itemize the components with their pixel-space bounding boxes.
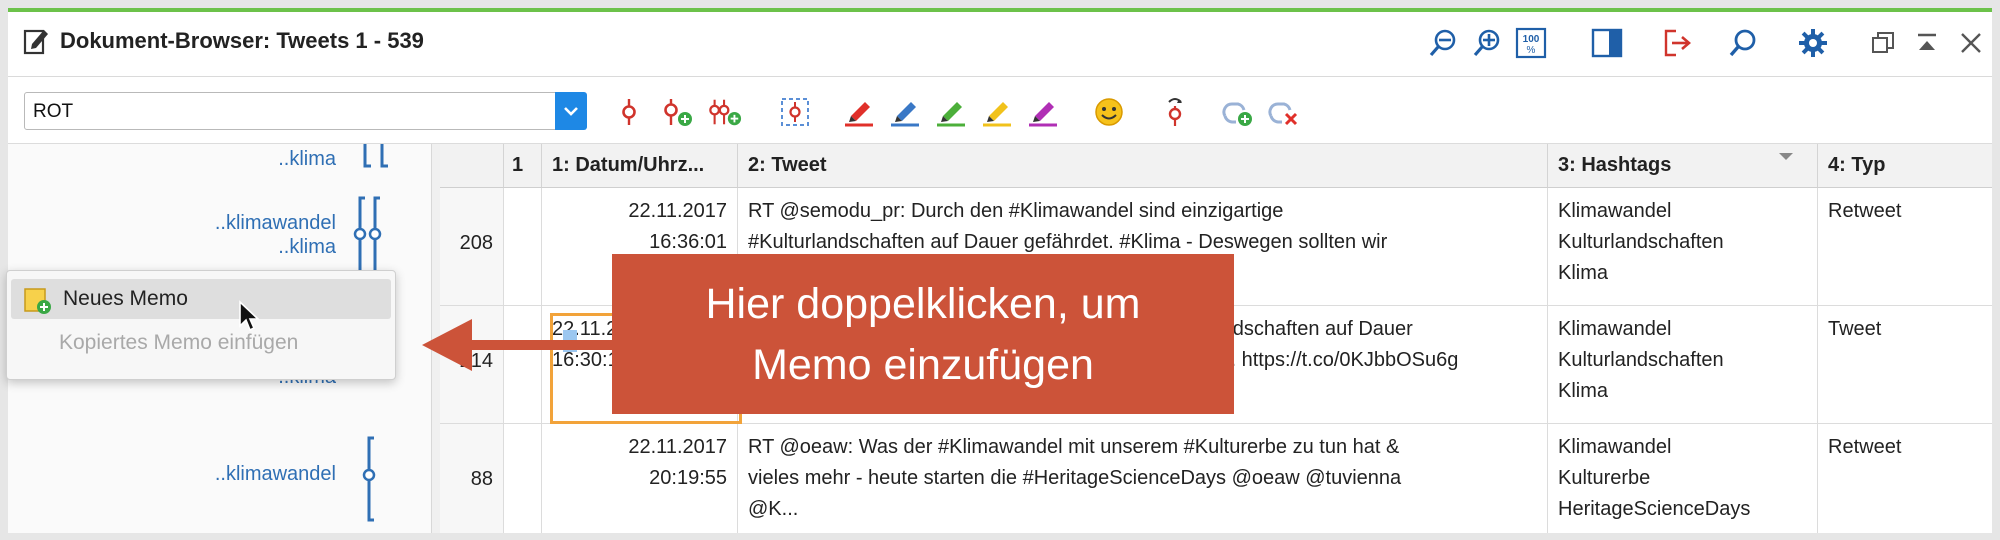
add-code-icon[interactable] <box>660 95 694 129</box>
code-combobox-value: ROT <box>33 101 74 122</box>
emoticon-icon[interactable] <box>1092 95 1126 129</box>
svg-text:%: % <box>1527 45 1536 56</box>
yellow-highlighter-icon[interactable] <box>980 95 1014 129</box>
column-header-hashtags[interactable]: 3: Hashtags <box>1548 144 1818 188</box>
code-label[interactable]: ..klima <box>16 236 336 259</box>
hashtag: Kulturlandschaften <box>1558 349 1724 371</box>
hashtag: Klima <box>1558 262 1609 284</box>
context-menu: Neues Memo Kopiertes Memo einfügen <box>6 270 396 380</box>
code-bracket-icon <box>362 436 376 522</box>
add-multiple-codes-icon[interactable] <box>708 95 742 129</box>
callout-line: Memo einzufügen <box>752 341 1094 389</box>
date-value: 22.11.2017 <box>628 436 727 458</box>
svg-text:100: 100 <box>1523 34 1540 45</box>
code-bracket-icon <box>353 196 382 270</box>
code-combobox[interactable]: ROT <box>24 92 564 130</box>
callout-line: Hier doppelklicken, um <box>705 280 1141 328</box>
export-icon[interactable] <box>1660 26 1694 60</box>
callout-arrow-line <box>470 340 616 350</box>
restore-window-icon[interactable] <box>1866 26 1900 60</box>
tweet-line: @K... <box>748 498 799 520</box>
hashtags-cell[interactable]: Klimawandel Kulturlandschaften Klima <box>1548 306 1818 424</box>
hashtag: Klima <box>1558 380 1609 402</box>
code-icon[interactable] <box>612 95 646 129</box>
tweet-line: RT @oeaw: Was der #Klimawandel mit unser… <box>748 436 1400 458</box>
hashtags-cell[interactable]: Klimawandel Kulturlandschaften Klima <box>1548 188 1818 306</box>
hashtags-cell[interactable]: Klimawandel Kulturerbe HeritageScienceDa… <box>1548 424 1818 533</box>
row-number[interactable]: 88 <box>440 424 504 533</box>
purple-highlighter-icon[interactable] <box>1026 95 1060 129</box>
hashtag: Kulturerbe <box>1558 467 1651 489</box>
remove-link-icon[interactable] <box>1266 95 1300 129</box>
zoom-in-icon[interactable] <box>1470 26 1504 60</box>
code-label[interactable]: ..klima <box>16 148 336 171</box>
table-cell[interactable] <box>504 306 542 424</box>
red-highlighter-icon[interactable] <box>842 95 876 129</box>
tweet-line: vieles mehr - heute starten die #Heritag… <box>748 467 1402 489</box>
column-header-type[interactable]: 4: Typ <box>1818 144 1992 188</box>
menu-item-new-memo[interactable]: Neues Memo <box>11 279 391 319</box>
add-link-icon[interactable] <box>1220 95 1254 129</box>
callout-arrowhead-icon <box>422 319 472 371</box>
hashtag: Klimawandel <box>1558 318 1672 340</box>
sort-descending-icon <box>1779 153 1793 160</box>
type-cell[interactable]: Retweet <box>1818 188 1992 306</box>
window-title: Dokument-Browser: Tweets 1 - 539 <box>60 28 424 53</box>
code-spray-icon[interactable] <box>1158 95 1192 129</box>
zoom-out-icon[interactable] <box>1426 26 1460 60</box>
panel-toggle-icon[interactable] <box>1590 26 1624 60</box>
column-header-1[interactable]: 1 <box>504 144 542 188</box>
date-cell[interactable]: 22.11.2017 20:19:55 <box>542 424 738 533</box>
code-bracket-icon <box>363 144 388 168</box>
zoom-100-icon[interactable]: 100% <box>1514 26 1548 60</box>
type-cell[interactable]: Tweet <box>1818 306 1992 424</box>
table-cell[interactable] <box>504 188 542 306</box>
column-header-hashtags-label: 3: Hashtags <box>1558 154 1672 176</box>
instruction-callout: Hier doppelklicken, um Memo einzufügen <box>612 254 1234 414</box>
menu-item-paste-memo[interactable]: Kopiertes Memo einfügen <box>59 331 298 355</box>
type-cell[interactable]: Retweet <box>1818 424 1992 533</box>
combobox-dropdown-button[interactable] <box>555 92 587 130</box>
code-toolbar: ROT <box>8 77 1992 144</box>
menu-item-label: Neues Memo <box>63 287 188 310</box>
tweet-line: RT @semodu_pr: Durch den #Klimawandel si… <box>748 200 1284 222</box>
column-header-date[interactable]: 1: Datum/Uhrz... <box>542 144 738 188</box>
new-memo-icon <box>24 288 51 314</box>
row-number[interactable]: 208 <box>440 188 504 306</box>
hashtag: Klimawandel <box>1558 436 1672 458</box>
title-bar: Dokument-Browser: Tweets 1 - 539 100% <box>8 12 1992 77</box>
hashtag: Klimawandel <box>1558 200 1672 222</box>
document-edit-icon <box>22 26 50 61</box>
code-label[interactable]: ..klimawandel <box>16 463 336 486</box>
search-icon[interactable] <box>1726 26 1760 60</box>
column-header-tweet[interactable]: 2: Tweet <box>738 144 1548 188</box>
tweet-cell[interactable]: RT @oeaw: Was der #Klimawandel mit unser… <box>738 424 1548 533</box>
select-region-icon[interactable] <box>778 95 812 129</box>
settings-gear-icon[interactable] <box>1796 26 1830 60</box>
hashtag: Kulturlandschaften <box>1558 231 1724 253</box>
blue-highlighter-icon[interactable] <box>888 95 922 129</box>
close-icon[interactable] <box>1954 26 1988 60</box>
chevron-down-icon <box>564 107 578 116</box>
minimize-icon[interactable] <box>1910 26 1944 60</box>
column-header-rownum[interactable] <box>440 144 504 188</box>
date-value: 22.11.2017 <box>628 200 727 222</box>
time-value: 20:19:55 <box>649 467 727 489</box>
hashtag: HeritageScienceDays <box>1558 498 1751 520</box>
code-label[interactable]: ..klimawandel <box>16 212 336 235</box>
mouse-cursor-icon <box>239 300 260 332</box>
green-highlighter-icon[interactable] <box>934 95 968 129</box>
table-cell[interactable] <box>504 424 542 533</box>
